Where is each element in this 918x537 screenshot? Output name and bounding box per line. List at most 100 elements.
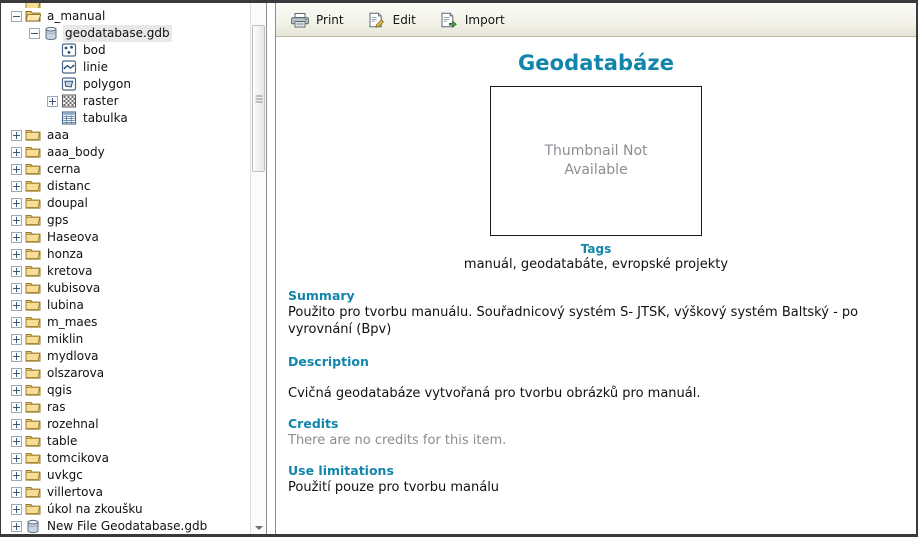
- expand-plus-icon[interactable]: [11, 419, 22, 430]
- tree-item-label: honza: [47, 247, 84, 261]
- split-layout: a_manual geodatabase.gdb bod linie polygon ra…: [1, 3, 916, 534]
- tree-item[interactable]: miklin: [1, 331, 250, 348]
- pane-splitter[interactable]: [266, 3, 276, 534]
- printer-icon: [291, 12, 309, 28]
- expand-plus-icon[interactable]: [11, 402, 22, 413]
- tree-item[interactable]: Haseova: [1, 229, 250, 246]
- folder-icon: [25, 502, 41, 517]
- tree-item-label: tomcikova: [47, 451, 109, 465]
- tree-item[interactable]: New File Geodatabase.gdb: [1, 518, 250, 534]
- tree-item[interactable]: raster: [1, 93, 250, 110]
- collapse-minus-icon[interactable]: [11, 11, 22, 22]
- expand-plus-icon[interactable]: [11, 130, 22, 141]
- tree-vertical-scrollbar[interactable]: [250, 3, 266, 534]
- tree-item[interactable]: m_maes: [1, 314, 250, 331]
- scroll-down-arrow-icon[interactable]: [254, 526, 263, 530]
- expand-plus-icon[interactable]: [11, 436, 22, 447]
- use-limitations-section: Use limitations Použití pouze pro tvorbu…: [288, 463, 902, 496]
- expand-plus-icon[interactable]: [11, 215, 22, 226]
- tree-item[interactable]: doupal: [1, 195, 250, 212]
- table-icon: [61, 111, 77, 126]
- tree-item[interactable]: aaa: [1, 127, 250, 144]
- expand-plus-icon[interactable]: [11, 368, 22, 379]
- tree-item-label: doupal: [47, 196, 88, 210]
- tree-item[interactable]: honza: [1, 246, 250, 263]
- expand-plus-icon[interactable]: [11, 487, 22, 498]
- folder-icon: [25, 247, 41, 262]
- expand-plus-icon[interactable]: [47, 96, 58, 107]
- folder-icon: [25, 417, 41, 432]
- tree-item[interactable]: aaa_body: [1, 144, 250, 161]
- catalog-tree[interactable]: a_manual geodatabase.gdb bod linie polygon ra…: [1, 3, 250, 534]
- expand-plus-icon[interactable]: [11, 266, 22, 277]
- expand-plus-icon[interactable]: [11, 521, 22, 532]
- expand-plus-icon[interactable]: [11, 300, 22, 311]
- expand-plus-icon[interactable]: [11, 198, 22, 209]
- tree-item[interactable]: úkol na zkoušku: [1, 501, 250, 518]
- expand-plus-icon[interactable]: [11, 249, 22, 260]
- credits-value: There are no credits for this item.: [288, 433, 507, 448]
- tree-item[interactable]: a_manual: [1, 8, 250, 25]
- credits-heading: Credits: [288, 416, 339, 431]
- expand-plus-icon[interactable]: [11, 334, 22, 345]
- use-limitations-value: Použití pouze pro tvorbu manálu: [288, 480, 500, 495]
- tree-item[interactable]: bod: [1, 42, 250, 59]
- tree-item[interactable]: tomcikova: [1, 450, 250, 467]
- edit-pencil-icon: [368, 12, 384, 28]
- expand-plus-icon[interactable]: [11, 504, 22, 515]
- expand-plus-icon[interactable]: [11, 351, 22, 362]
- edit-button[interactable]: Edit: [363, 9, 425, 30]
- expand-plus-icon[interactable]: [11, 470, 22, 481]
- tree-item[interactable]: kretova: [1, 263, 250, 280]
- tree-item-label: lubina: [47, 298, 84, 312]
- polygon-feature-icon: [61, 77, 77, 92]
- expand-plus-icon[interactable]: [11, 385, 22, 396]
- tree-item[interactable]: uvkgc: [1, 467, 250, 484]
- expander-placeholder: [47, 79, 58, 90]
- expand-plus-icon[interactable]: [11, 181, 22, 192]
- tree-item[interactable]: linie: [1, 59, 250, 76]
- folder-icon: [25, 264, 41, 279]
- folder-icon: [25, 162, 41, 177]
- tree-item-label: gps: [47, 213, 69, 227]
- edit-button-label: Edit: [392, 12, 416, 27]
- tree-item[interactable]: geodatabase.gdb: [1, 25, 250, 42]
- tree-item[interactable]: kubisova: [1, 280, 250, 297]
- tree-item[interactable]: polygon: [1, 76, 250, 93]
- tree-item[interactable]: villertova: [1, 484, 250, 501]
- tree-item[interactable]: rozehnal: [1, 416, 250, 433]
- tree-item[interactable]: lubina: [1, 297, 250, 314]
- expand-plus-icon[interactable]: [11, 283, 22, 294]
- thumbnail-placeholder: Thumbnail Not Available: [490, 86, 702, 236]
- expand-plus-icon[interactable]: [11, 164, 22, 175]
- tree-item[interactable]: olszarova: [1, 365, 250, 382]
- import-button[interactable]: Import: [435, 9, 514, 30]
- thumbnail-text-line-1: Thumbnail Not: [544, 143, 648, 159]
- tree-item-label: cerna: [47, 162, 81, 176]
- scrollbar-thumb[interactable]: [252, 25, 265, 172]
- geodatabase-icon: [43, 26, 59, 41]
- summary-heading: Summary: [288, 288, 355, 303]
- thumbnail-text-line-2: Available: [564, 162, 628, 178]
- tree-item[interactable]: ras: [1, 399, 250, 416]
- expand-plus-icon[interactable]: [11, 317, 22, 328]
- folder-icon: [25, 349, 41, 364]
- tree-item-label: miklin: [47, 332, 84, 346]
- collapse-minus-icon[interactable]: [29, 28, 40, 39]
- tree-item[interactable]: table: [1, 433, 250, 450]
- tree-item-label: a_manual: [47, 9, 106, 23]
- expand-plus-icon[interactable]: [11, 232, 22, 243]
- tree-item[interactable]: gps: [1, 212, 250, 229]
- tree-item[interactable]: mydlova: [1, 348, 250, 365]
- tree-item[interactable]: tabulka: [1, 110, 250, 127]
- tree-item[interactable]: cerna: [1, 161, 250, 178]
- summary-value: Použito pro tvorbu manuálu. Souřadnicový…: [288, 305, 859, 337]
- tree-item[interactable]: qgis: [1, 382, 250, 399]
- tree-item[interactable]: distanc: [1, 178, 250, 195]
- print-button[interactable]: Print: [286, 9, 353, 30]
- tree-item-label: villertova: [47, 485, 103, 499]
- folder-open-icon: [25, 9, 41, 24]
- expand-plus-icon[interactable]: [11, 147, 22, 158]
- import-document-icon: [440, 12, 457, 28]
- expand-plus-icon[interactable]: [11, 453, 22, 464]
